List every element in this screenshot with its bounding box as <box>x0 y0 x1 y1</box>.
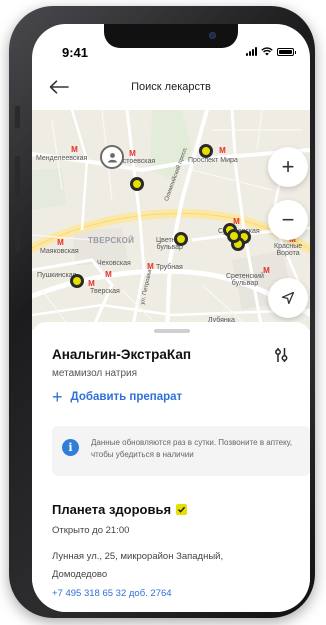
header: Поиск лекарств <box>32 68 310 108</box>
info-text: Данные обновляются раз в сутки. Позвонит… <box>91 438 293 459</box>
filter-button[interactable] <box>270 344 292 366</box>
label-mayakovskaya: Маяковская <box>40 248 79 255</box>
minus-icon: − <box>281 207 295 232</box>
pharmacy-pin[interactable] <box>174 232 188 246</box>
bottom-sheet[interactable]: Анальгин-ЭкстраКап метамизол натрия + До… <box>32 322 310 612</box>
label-tverskaya: Тверская <box>90 288 120 295</box>
signal-icon <box>246 47 257 56</box>
pharmacy-pin[interactable] <box>130 177 144 191</box>
pharmacy-pin[interactable] <box>227 229 241 243</box>
pharmacy-pin[interactable] <box>199 144 213 158</box>
page-title: Поиск лекарств <box>131 81 211 93</box>
label-chekhovskaya: Чеховская <box>97 260 131 267</box>
wifi-icon <box>261 47 273 56</box>
user-icon <box>107 152 117 162</box>
add-drug-label: Добавить препарат <box>70 391 183 403</box>
verified-check-icon <box>176 504 188 515</box>
map[interactable]: Менделеевская Достоевская Проспект Мира … <box>32 110 310 330</box>
metro-icon: M <box>88 279 95 288</box>
drag-handle[interactable] <box>154 329 190 333</box>
label-tverskoy: ТВЕРСКОЙ <box>88 236 135 245</box>
navigation-arrow-icon <box>281 291 295 305</box>
volume-up-button <box>15 156 20 198</box>
notch <box>104 24 238 48</box>
label-trubnaya: Трубная <box>156 264 183 271</box>
battery-icon <box>277 47 296 56</box>
pharmacy-hours: Открыто до 21:00 <box>52 525 130 536</box>
drug-name: Анальгин-ЭкстраКап <box>52 347 191 362</box>
filter-sliders-icon <box>275 348 288 362</box>
info-notice: i Данные обновляются раз в сутки. Позвон… <box>52 426 310 476</box>
pharmacy-phone-link[interactable]: +7 495 318 65 32 доб. 2764 <box>52 588 172 599</box>
metro-icon: M <box>129 149 136 158</box>
add-drug-button[interactable]: + Добавить препарат <box>52 388 182 406</box>
status-icons <box>246 47 296 56</box>
locate-me-button[interactable] <box>268 278 308 318</box>
camera-icon <box>209 32 216 39</box>
zoom-in-button[interactable]: + <box>268 147 308 187</box>
label-sretensky: Сретенский бульвар <box>226 273 264 287</box>
screen: 9:41 Поиск лекарств Менделеевская Достое… <box>32 24 310 612</box>
pharmacy-card[interactable]: Планета здоровья <box>52 502 188 517</box>
zoom-out-button[interactable]: − <box>268 200 308 240</box>
status-time: 9:41 <box>62 45 89 60</box>
metro-icon: M <box>147 262 154 271</box>
user-location-marker <box>100 145 124 169</box>
pharmacy-address: Лунная ул., 25, микрорайон Западный, Дом… <box>52 551 224 580</box>
metro-icon: M <box>57 238 64 247</box>
mute-switch <box>15 106 20 128</box>
phone-frame: 9:41 Поиск лекарств Менделеевская Достое… <box>9 6 315 618</box>
pharmacy-pin[interactable] <box>70 274 84 288</box>
label-mendeleevskaya: Менделеевская <box>36 155 88 162</box>
volume-down-button <box>15 211 20 253</box>
metro-icon: M <box>105 270 112 279</box>
drug-substance: метамизол натрия <box>52 368 138 379</box>
metro-icon: M <box>219 146 226 155</box>
metro-icon: M <box>263 266 270 275</box>
metro-icon: M <box>71 145 78 154</box>
label-prospekt-mira: Проспект Мира <box>188 157 238 164</box>
pharmacy-name: Планета здоровья <box>52 502 172 517</box>
info-icon: i <box>62 439 79 456</box>
plus-icon: + <box>52 387 63 407</box>
label-krasnye-vorota: Красные Ворота <box>274 243 303 257</box>
plus-icon: + <box>281 154 295 179</box>
